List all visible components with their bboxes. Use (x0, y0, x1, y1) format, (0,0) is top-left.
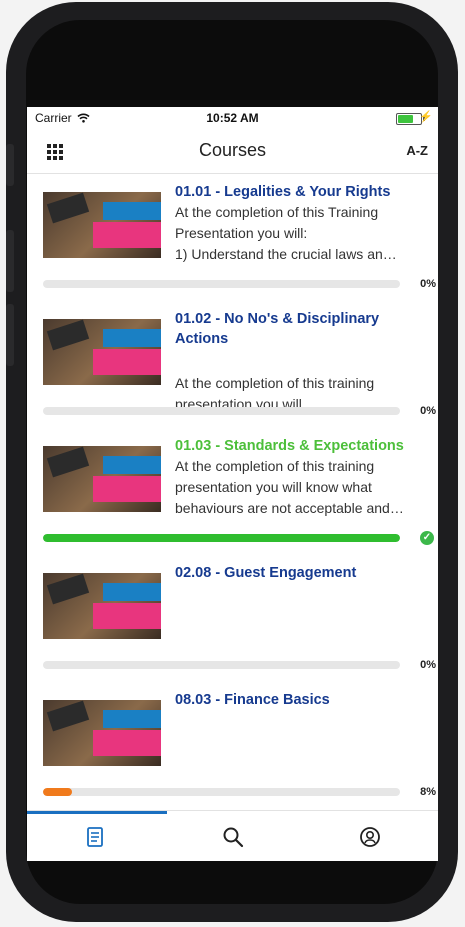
thumb-banner (103, 329, 161, 347)
tab-profile[interactable] (301, 811, 438, 861)
battery-icon (396, 113, 422, 125)
charging-bolt-icon: ⚡ (419, 111, 433, 123)
course-title: 08.03 - Finance Basics (175, 692, 330, 708)
progress-percent: 0% (420, 659, 436, 671)
progress-percent: 8% (420, 786, 436, 798)
course-thumbnail (43, 573, 161, 639)
search-icon (223, 827, 244, 848)
progress-bar (43, 407, 400, 415)
tab-courses[interactable] (27, 811, 164, 861)
thumb-board (46, 192, 90, 224)
thumb-board (46, 319, 90, 351)
thumb-pink (93, 476, 161, 502)
course-thumbnail (43, 700, 161, 766)
clock: 10:52 AM (206, 111, 259, 125)
volume-up-button (6, 230, 14, 292)
thumb-banner (103, 202, 161, 220)
course-description: At the completion of this training prese… (175, 458, 404, 516)
course-item[interactable]: 01.02 - No No's & Disciplinary Actions At… (27, 301, 438, 429)
course-item[interactable]: 02.08 - Guest Engagement 0% (27, 555, 438, 683)
course-item[interactable]: 01.01 - Legalities & Your Rights At the c… (27, 174, 438, 302)
thumb-banner (103, 710, 161, 728)
course-title: 01.03 - Standards & Expectations (175, 438, 404, 454)
sort-az-button[interactable]: A-Z (406, 143, 428, 158)
course-list[interactable]: 01.01 - Legalities & Your Rights At the c… (27, 174, 438, 810)
course-title: 01.02 - No No's & Disciplinary Actions (175, 311, 380, 347)
course-description: At the completion of this Training Prese… (175, 204, 397, 262)
thumb-banner (103, 456, 161, 474)
course-thumbnail (43, 446, 161, 512)
course-title: 02.08 - Guest Engagement (175, 565, 357, 581)
courses-list-icon (87, 827, 103, 847)
course-thumbnail (43, 192, 161, 258)
profile-icon (360, 827, 380, 847)
thumb-banner (103, 583, 161, 601)
thumb-pink (93, 730, 161, 756)
progress-bar (43, 661, 400, 669)
thumb-board (46, 573, 90, 605)
thumb-board (46, 700, 90, 732)
tab-bar (27, 810, 438, 861)
thumb-pink (93, 222, 161, 248)
progress-bar (43, 788, 400, 796)
thumb-pink (93, 603, 161, 629)
course-thumbnail (43, 319, 161, 385)
thumb-pink (93, 349, 161, 375)
course-title: 01.01 - Legalities & Your Rights (175, 184, 391, 200)
thumb-board (46, 446, 90, 478)
progress-bar (43, 280, 400, 288)
volume-down-button (6, 304, 14, 366)
course-item[interactable]: 08.03 - Finance Basics 8% (27, 682, 438, 810)
mute-switch (6, 144, 14, 186)
course-item[interactable]: 01.03 - Standards & Expectations At the c… (27, 428, 438, 556)
tab-search[interactable] (164, 811, 301, 861)
progress-fill (43, 788, 72, 796)
navigation-bar: Courses A-Z (27, 129, 438, 174)
battery-level (398, 115, 414, 123)
progress-percent: 0% (420, 278, 436, 290)
page-title: Courses (198, 140, 267, 160)
progress-percent: 0% (420, 405, 436, 417)
progress-fill (43, 534, 400, 542)
status-bar: Carrier 10:52 AM ⚡ (27, 107, 438, 129)
progress-bar (43, 534, 400, 542)
app-screen: Carrier 10:52 AM ⚡ Courses A-Z 01.01 - L… (27, 107, 438, 861)
check-circle-icon: ✓ (420, 531, 434, 545)
